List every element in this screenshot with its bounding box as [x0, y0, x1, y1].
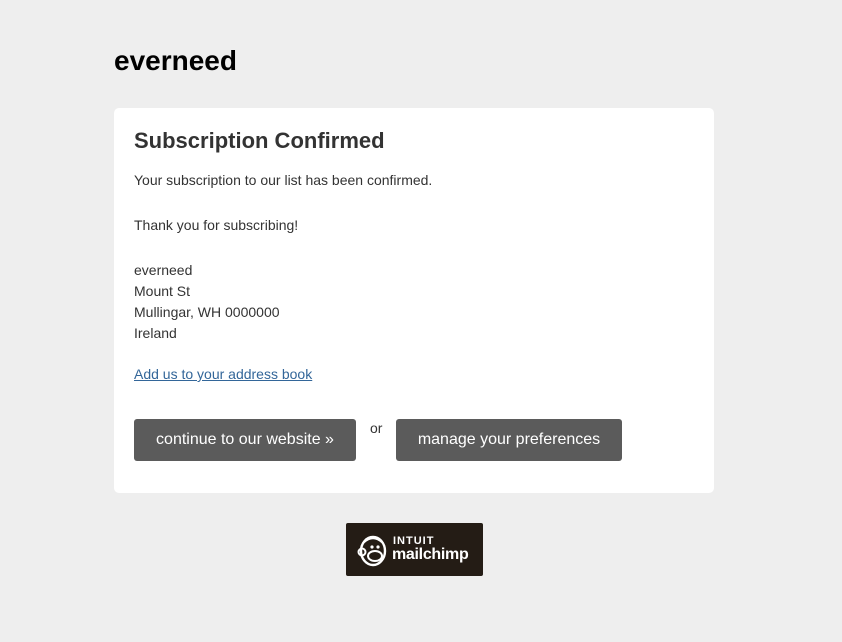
- or-separator: or: [370, 420, 383, 436]
- address-line-3: Mullingar, WH 0000000: [134, 304, 280, 320]
- mailchimp-freddie-icon: [355, 532, 389, 568]
- brand-title: everneed: [114, 45, 237, 76]
- mailchimp-badge[interactable]: INTUIT mailchimp: [346, 523, 483, 576]
- confirmation-text: Your subscription to our list has been c…: [134, 172, 433, 188]
- confirmation-card: Subscription Confirmed Your subscription…: [114, 108, 714, 493]
- page: everneed Subscription Confirmed Your sub…: [0, 0, 842, 642]
- card-title: Subscription Confirmed: [134, 128, 385, 153]
- continue-to-website-button[interactable]: continue to our website »: [134, 419, 356, 461]
- address-line-1: everneed: [134, 262, 193, 278]
- manage-preferences-button[interactable]: manage your preferences: [396, 419, 622, 461]
- badge-mailchimp-text: mailchimp: [392, 546, 469, 563]
- address-line-2: Mount St: [134, 283, 191, 299]
- thanks-text: Thank you for subscribing!: [134, 217, 299, 233]
- add-to-address-book-link[interactable]: Add us to your address book: [134, 364, 312, 385]
- address-line-4: Ireland: [134, 325, 177, 341]
